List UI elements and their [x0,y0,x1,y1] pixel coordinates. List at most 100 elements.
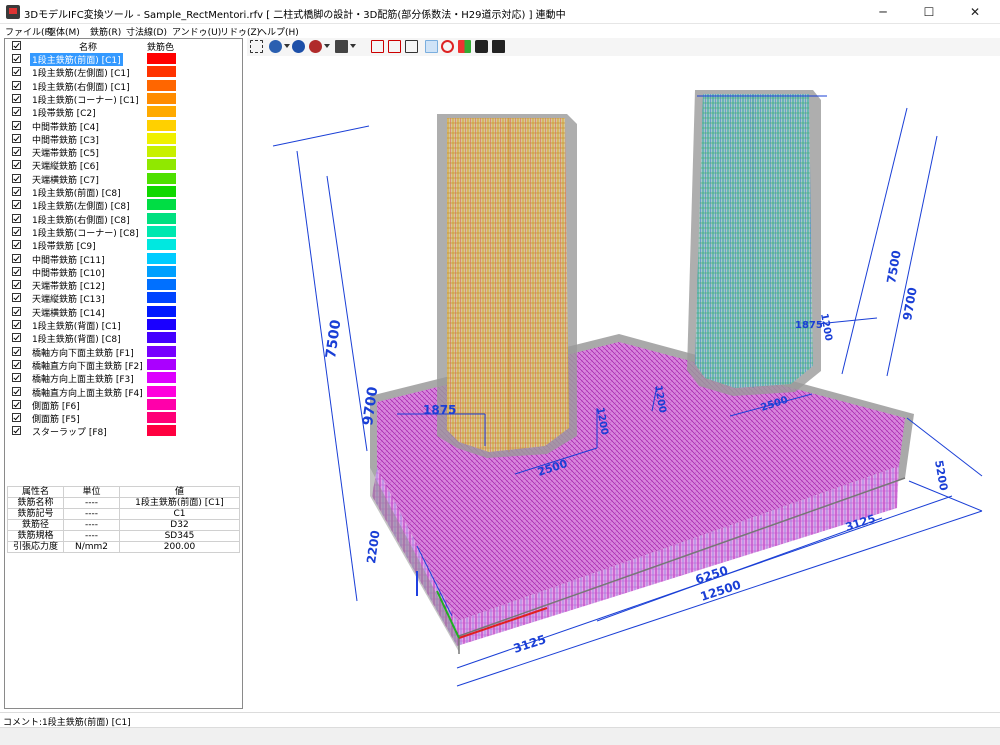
rebar-row[interactable]: 1段主鉄筋(背面) [C8] [5,331,242,345]
display-settings-icon[interactable] [335,40,348,53]
rebar-row[interactable]: 天端帯鉄筋 [C5] [5,145,242,159]
rebar-visible-checkbox[interactable] [12,346,21,356]
rebar-name[interactable]: 1段主鉄筋(背面) [C1] [32,319,121,332]
rebar-name[interactable]: 橋軸方向下面主鉄筋 [F1] [32,346,134,359]
rebar-color-swatch[interactable] [147,79,176,91]
left-column[interactable] [437,114,577,458]
fit-view-icon[interactable] [250,40,263,53]
export-image-icon[interactable] [492,40,505,53]
rebar-name[interactable]: 1段主鉄筋(コーナー) [C1] [32,93,139,106]
rebar-color-swatch[interactable] [147,412,176,424]
rebar-visible-checkbox[interactable] [12,320,21,329]
close-button[interactable]: ✕ [952,0,998,24]
rebar-row[interactable]: 天端帯鉄筋 [C12] [5,278,242,292]
rebar-name[interactable]: 天端横鉄筋 [C7] [32,173,99,186]
rebar-row[interactable]: 1段主鉄筋(前面) [C1] [5,52,242,66]
rebar-row[interactable]: 1段主鉄筋(コーナー) [C1] [5,92,242,106]
rebar-row[interactable]: 天端横鉄筋 [C14] [5,305,242,319]
color-palette-icon[interactable] [458,40,471,53]
rebar-visible-checkbox[interactable] [12,54,21,63]
menu-redo[interactable]: リドゥ(Z) [220,25,260,38]
rebar-row[interactable]: 橋軸方向上面主鉄筋 [F3] [5,371,242,385]
rebar-row[interactable]: 側面筋 [F5] [5,411,242,425]
rebar-row[interactable]: 1段主鉄筋(コーナー) [C8] [5,225,242,239]
rebar-row[interactable]: 1段主鉄筋(右側面) [C8] [5,212,242,226]
rebar-visible-checkbox[interactable] [12,426,21,436]
rebar-color-swatch[interactable] [147,398,176,410]
rebar-visible-checkbox[interactable] [12,266,21,276]
dimension-add-icon[interactable] [371,40,384,53]
rebar-color-swatch[interactable] [147,279,176,291]
rebar-visible-checkbox[interactable] [12,226,21,236]
rebar-name[interactable]: 1段主鉄筋(右側面) [C8] [32,213,130,226]
rebar-color-swatch[interactable] [147,345,176,357]
rebar-name[interactable]: 1段主鉄筋(背面) [C8] [32,332,121,345]
rebar-visible-checkbox[interactable] [12,187,21,196]
rebar-color-swatch[interactable] [147,385,176,397]
rebar-color-swatch[interactable] [147,212,176,224]
menu-file[interactable]: ファイル(F) [5,25,53,38]
rebar-color-swatch[interactable] [147,319,176,330]
rebar-name[interactable]: 中間帯鉄筋 [C11] [32,253,105,266]
rebar-row[interactable]: 天端横鉄筋 [C7] [5,172,242,186]
right-column[interactable] [687,90,821,396]
rebar-color-swatch[interactable] [147,199,176,211]
menu-rebar[interactable]: 鉄筋(R) [90,25,121,38]
rebar-name[interactable]: 側面筋 [F5] [32,412,80,425]
dimension-delete-icon[interactable] [388,40,401,53]
check-all-checkbox[interactable] [12,41,21,50]
rebar-row[interactable]: 側面筋 [F6] [5,398,242,412]
rebar-visible-checkbox[interactable] [12,306,21,316]
rebar-color-swatch[interactable] [147,425,176,437]
rebar-color-swatch[interactable] [147,358,176,370]
rebar-visible-checkbox[interactable] [12,213,21,223]
rebar-name[interactable]: 1段主鉄筋(前面) [C1] [30,53,123,66]
rebar-visible-checkbox[interactable] [12,147,21,157]
find-next-icon[interactable] [292,40,305,53]
rebar-color-swatch[interactable] [147,66,176,78]
rebar-row[interactable]: 中間帯鉄筋 [C11] [5,252,242,266]
rebar-row[interactable]: 天端縦鉄筋 [C6] [5,158,242,172]
rebar-row[interactable]: 橋軸直方向上面主鉄筋 [F4] [5,385,242,399]
rebar-visible-checkbox[interactable] [12,386,21,396]
rebar-visible-checkbox[interactable] [12,80,21,90]
rotate-mode-icon[interactable] [441,40,454,53]
rebar-visible-checkbox[interactable] [12,107,21,117]
camera-icon[interactable] [475,40,488,53]
menu-help[interactable]: ヘルプ(H) [258,25,299,38]
rebar-name[interactable]: 中間帯鉄筋 [C4] [32,120,99,133]
rebar-visible-checkbox[interactable] [12,240,21,250]
rebar-color-swatch[interactable] [147,146,176,158]
rebar-row[interactable]: 中間帯鉄筋 [C10] [5,265,242,279]
rebar-name[interactable]: 1段主鉄筋(右側面) [C1] [32,80,130,93]
rebar-color-swatch[interactable] [147,119,176,131]
rebar-name[interactable]: 橋軸方向上面主鉄筋 [F3] [32,372,134,385]
rebar-color-swatch[interactable] [147,372,176,384]
3d-viewport[interactable]: 7500 9700 7500 9700 1875 2500 1200 1875 … [247,56,1000,709]
rebar-color-swatch[interactable] [147,92,176,104]
rebar-color-swatch[interactable] [147,132,176,144]
rebar-visible-checkbox[interactable] [12,359,21,369]
rebar-row[interactable]: 1段帯鉄筋 [C2] [5,105,242,119]
rebar-row[interactable]: 1段主鉄筋(右側面) [C1] [5,79,242,93]
minimize-button[interactable]: ─ [860,0,906,24]
rebar-name[interactable]: 橋軸直方向上面主鉄筋 [F4] [32,386,143,399]
rebar-name[interactable]: 中間帯鉄筋 [C10] [32,266,105,279]
rebar-row[interactable]: 橋軸方向下面主鉄筋 [F1] [5,345,242,359]
rebar-visible-checkbox[interactable] [12,120,21,130]
rebar-color-swatch[interactable] [147,265,176,277]
find-icon[interactable] [269,40,282,53]
rebar-name[interactable]: 1段帯鉄筋 [C9] [32,239,96,252]
rebar-visible-checkbox[interactable] [12,133,21,143]
rebar-row[interactable]: 1段帯鉄筋 [C9] [5,238,242,252]
rebar-name[interactable]: 天端帯鉄筋 [C12] [32,279,105,292]
menu-body[interactable]: 躯体(M) [47,25,80,38]
rebar-visible-checkbox[interactable] [12,280,21,290]
rebar-row[interactable]: スターラップ [F8] [5,424,242,438]
rebar-visible-checkbox[interactable] [12,253,21,263]
rebar-color-swatch[interactable] [147,186,176,197]
select-mode-icon[interactable] [425,40,438,53]
menu-dimension[interactable]: 寸法線(D) [126,25,167,38]
rebar-visible-checkbox[interactable] [12,173,21,183]
rebar-visible-checkbox[interactable] [12,399,21,409]
